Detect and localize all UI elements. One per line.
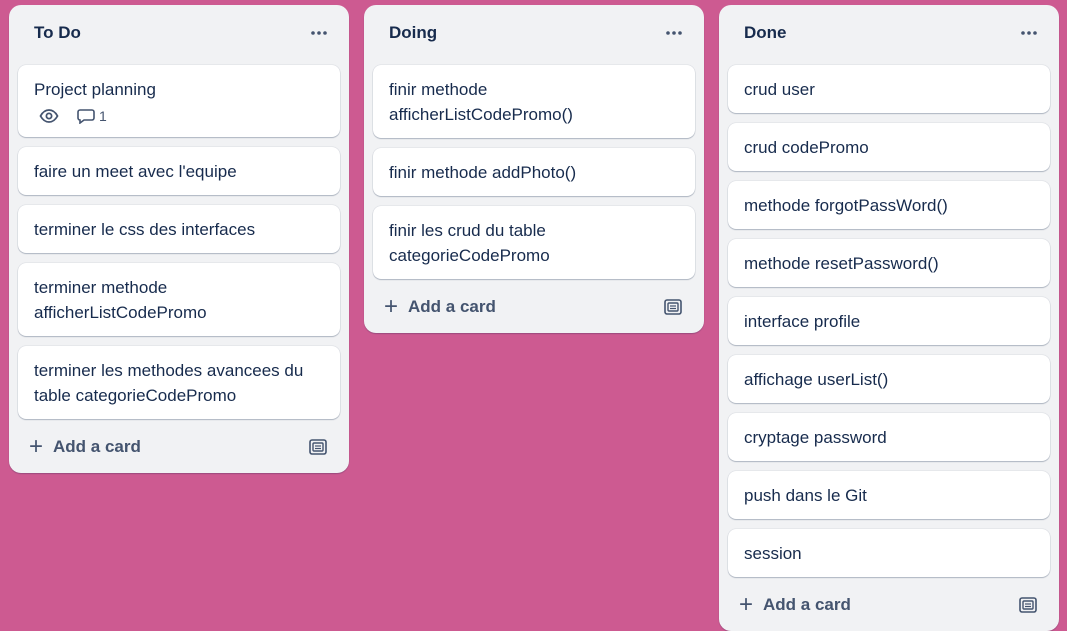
card-title: affichage userList() xyxy=(744,370,889,389)
speech-bubble-icon xyxy=(77,109,95,124)
list-title[interactable]: Doing xyxy=(389,23,437,43)
card[interactable]: terminer le css des interfaces xyxy=(18,205,340,253)
add-card-button[interactable]: + Add a card xyxy=(29,433,141,460)
list-footer: + Add a card xyxy=(719,585,1059,631)
card[interactable]: push dans le Git xyxy=(728,471,1050,519)
comments-count: 1 xyxy=(99,107,107,124)
card[interactable]: session xyxy=(728,529,1050,577)
add-card-label: Add a card xyxy=(408,297,496,316)
card-template-icon xyxy=(309,439,327,455)
list-header: To Do xyxy=(9,5,349,61)
list-menu-button[interactable] xyxy=(1017,21,1041,45)
card-title: methode resetPassword() xyxy=(744,254,939,273)
list-title[interactable]: Done xyxy=(744,23,787,43)
list-todo: To Do Project planning 1 faire un meet a… xyxy=(9,5,349,473)
card[interactable]: terminer les methodes avancees du table … xyxy=(18,346,340,419)
card[interactable]: terminer methode afficherListCodePromo xyxy=(18,263,340,336)
list-header: Doing xyxy=(364,5,704,61)
list-footer: + Add a card xyxy=(9,427,349,473)
list-menu-button[interactable] xyxy=(662,21,686,45)
eye-icon xyxy=(39,109,59,123)
add-card-button[interactable]: + Add a card xyxy=(384,293,496,320)
create-from-template-button[interactable] xyxy=(662,296,684,318)
card[interactable]: crud user xyxy=(728,65,1050,113)
card[interactable]: cryptage password xyxy=(728,413,1050,461)
plus-icon: + xyxy=(384,293,399,320)
card[interactable]: finir les crud du table categorieCodePro… xyxy=(373,206,695,279)
card-title: terminer les methodes avancees du table … xyxy=(34,361,304,405)
card-list: crud user crud codePromo methode forgotP… xyxy=(719,61,1059,577)
list-title[interactable]: To Do xyxy=(34,23,81,43)
card-badges: 1 xyxy=(39,106,325,126)
create-from-template-button[interactable] xyxy=(1017,594,1039,616)
card-title: crud codePromo xyxy=(744,138,869,157)
card-title: session xyxy=(744,544,802,563)
card[interactable]: methode resetPassword() xyxy=(728,239,1050,287)
card-title: terminer methode afficherListCodePromo xyxy=(34,278,207,322)
card[interactable]: Project planning 1 xyxy=(18,65,340,137)
card-title: Project planning xyxy=(34,80,156,99)
list-menu-button[interactable] xyxy=(307,21,331,45)
list-header: Done xyxy=(719,5,1059,61)
card-title: methode forgotPassWord() xyxy=(744,196,948,215)
card-title: interface profile xyxy=(744,312,861,331)
comments-badge: 1 xyxy=(77,104,107,129)
plus-icon: + xyxy=(29,433,44,460)
card-title: finir les crud du table categorieCodePro… xyxy=(389,221,550,265)
ellipsis-icon xyxy=(1021,31,1037,35)
card[interactable]: finir methode addPhoto() xyxy=(373,148,695,196)
plus-icon: + xyxy=(739,591,754,618)
list-done: Done crud user crud codePromo methode fo… xyxy=(719,5,1059,631)
card-title: finir methode addPhoto() xyxy=(389,163,577,182)
card-list: Project planning 1 faire un meet avec l'… xyxy=(9,61,349,419)
create-from-template-button[interactable] xyxy=(307,436,329,458)
card-title: faire un meet avec l'equipe xyxy=(34,162,237,181)
watch-badge xyxy=(39,109,59,123)
card-title: finir methode afficherListCodePromo() xyxy=(389,80,573,124)
card[interactable]: methode forgotPassWord() xyxy=(728,181,1050,229)
card[interactable]: crud codePromo xyxy=(728,123,1050,171)
add-card-label: Add a card xyxy=(53,437,141,456)
card[interactable]: faire un meet avec l'equipe xyxy=(18,147,340,195)
board: To Do Project planning 1 faire un meet a… xyxy=(0,0,1067,631)
ellipsis-icon xyxy=(666,31,682,35)
card[interactable]: affichage userList() xyxy=(728,355,1050,403)
card-title: terminer le css des interfaces xyxy=(34,220,256,239)
add-card-label: Add a card xyxy=(763,595,851,614)
list-footer: + Add a card xyxy=(364,287,704,333)
card-title: push dans le Git xyxy=(744,486,867,505)
card-template-icon xyxy=(1019,597,1037,613)
card-title: crud user xyxy=(744,80,815,99)
card-title: cryptage password xyxy=(744,428,887,447)
list-doing: Doing finir methode afficherListCodeProm… xyxy=(364,5,704,333)
card-template-icon xyxy=(664,299,682,315)
card-list: finir methode afficherListCodePromo() fi… xyxy=(364,61,704,279)
card[interactable]: finir methode afficherListCodePromo() xyxy=(373,65,695,138)
ellipsis-icon xyxy=(311,31,327,35)
card[interactable]: interface profile xyxy=(728,297,1050,345)
add-card-button[interactable]: + Add a card xyxy=(739,591,851,618)
